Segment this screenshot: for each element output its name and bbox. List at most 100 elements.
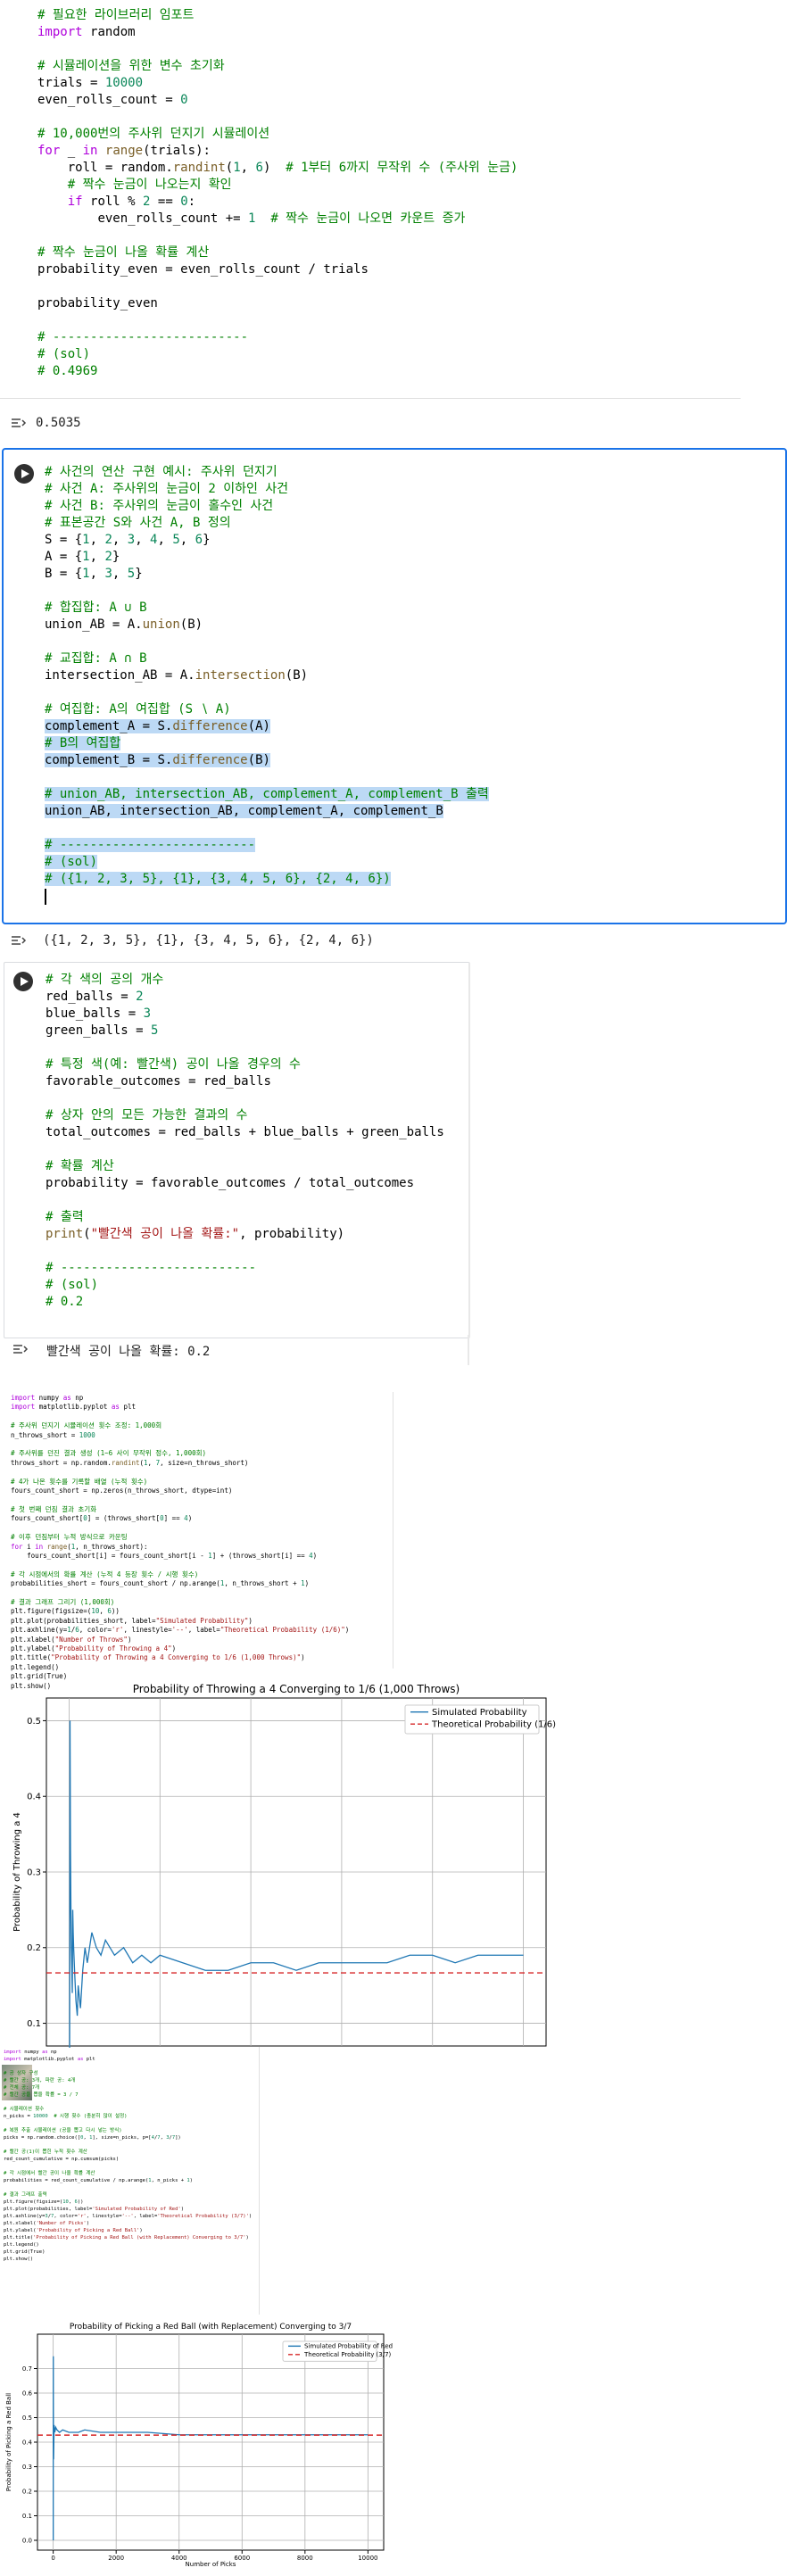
code-line[interactable] <box>4 2063 252 2070</box>
code-line[interactable]: plt.title("Probability of Throwing a 4 C… <box>11 1653 349 1662</box>
code-line[interactable] <box>45 820 489 837</box>
code-line[interactable]: complement_A = S.difference(A) <box>45 718 489 735</box>
code-cell-3[interactable]: # 각 색의 공의 개수 red_balls = 2 blue_balls = 3g… <box>4 962 470 1338</box>
code-cell-1[interactable]: # 필요한 라이브러리 임포트 import random # 시뮬레이션을 위한… <box>0 0 741 399</box>
cell-2-code[interactable]: # 사건의 연산 구현 예시: 주사위 던지기 # 사건 A: 주사위의 눈금이 … <box>45 464 489 888</box>
code-line[interactable]: print("빨간색 공이 나올 확률:", probability) <box>46 1226 444 1243</box>
code-line[interactable] <box>37 41 518 58</box>
code-line[interactable]: plt.show() <box>4 2256 252 2263</box>
code-line[interactable] <box>11 1589 349 1598</box>
code-line[interactable]: n_picks = 10000 # 시행 횟수 (충분히 많이 설정) <box>4 2113 252 2120</box>
output-toggle-icon[interactable] <box>11 933 27 946</box>
code-line[interactable]: throws_short = np.random.randint(1, 7, s… <box>11 1459 349 1468</box>
code-line[interactable]: # 이후 던짐부터 누적 방식으로 카운팅 <box>11 1533 349 1542</box>
code-line[interactable]: plt.grid(True) <box>4 2249 252 2256</box>
code-line[interactable]: trials = 10000 <box>37 75 518 92</box>
code-line[interactable] <box>11 1440 349 1449</box>
code-line[interactable]: S = {1, 2, 3, 4, 5, 6} <box>45 532 489 549</box>
code-line[interactable]: # 10,000번의 주사위 던지기 시뮬레이션 <box>37 126 518 143</box>
code-line[interactable]: B = {1, 3, 5} <box>45 566 489 583</box>
code-line[interactable]: # union_AB, intersection_AB, complement_… <box>45 786 489 803</box>
code-line[interactable] <box>46 1141 444 1158</box>
cell-4-code[interactable]: import numpy as np import matplotlib.pypl… <box>11 1394 349 1691</box>
code-line[interactable] <box>37 312 518 329</box>
code-line[interactable]: union_AB, intersection_AB, complement_A,… <box>45 803 489 820</box>
code-line[interactable]: blue_balls = 3 <box>46 1006 444 1023</box>
output-toggle-icon[interactable] <box>12 1342 29 1354</box>
code-line[interactable]: for i in range(1, n_throws_short): <box>11 1543 349 1552</box>
code-line[interactable] <box>11 1495 349 1504</box>
code-line[interactable]: # 짝수 눈금이 나올 확률 계산 <box>37 244 518 261</box>
code-line[interactable]: plt.figure(figsize=(10, 6)) <box>11 1607 349 1616</box>
code-line[interactable] <box>4 2141 252 2149</box>
code-line[interactable]: # 출력 <box>46 1209 444 1226</box>
code-line[interactable]: import random <box>37 24 518 41</box>
code-line[interactable]: # 사건 B: 주사위의 눈금이 홀수인 사건 <box>45 498 489 515</box>
code-line[interactable] <box>46 1192 444 1209</box>
run-cell-button[interactable] <box>13 972 33 991</box>
code-line[interactable]: fours_count_short[i] = fours_count_short… <box>11 1552 349 1561</box>
code-line[interactable] <box>37 109 518 126</box>
code-line[interactable]: import numpy as np <box>4 2049 252 2056</box>
code-line[interactable] <box>11 1412 349 1421</box>
code-line[interactable] <box>11 1561 349 1570</box>
code-cell-2[interactable]: # 사건의 연산 구현 예시: 주사위 던지기 # 사건 A: 주사위의 눈금이 … <box>2 448 787 924</box>
code-line[interactable]: roll = random.randint(1, 6) # 1부터 6까지 무작… <box>37 160 518 177</box>
code-line[interactable]: complement_B = S.difference(B) <box>45 752 489 769</box>
code-line[interactable]: # 첫 번째 던짐 결과 초기화 <box>11 1505 349 1514</box>
code-line[interactable]: even_rolls_count = 0 <box>37 92 518 109</box>
code-line[interactable]: plt.figure(figsize=(10, 6)) <box>4 2199 252 2206</box>
code-line[interactable]: # 각 시점에서의 확률 계산 (누적 4 등장 횟수 / 시행 횟수) <box>11 1570 349 1579</box>
code-line[interactable]: # 복원 추출 시뮬레이션 (공을 뽑고 다시 넣는 방식) <box>4 2127 252 2134</box>
code-line[interactable]: # 결과 그래프 출력 <box>4 2191 252 2199</box>
cell-1-code[interactable]: # 필요한 라이브러리 임포트 import random # 시뮬레이션을 위한… <box>37 7 518 380</box>
code-line[interactable]: # (sol) <box>46 1277 444 1294</box>
code-line[interactable]: even_rolls_count += 1 # 짝수 눈금이 나오면 카운트 증… <box>37 211 518 228</box>
code-line[interactable]: A = {1, 2} <box>45 549 489 566</box>
code-line[interactable]: green_balls = 5 <box>46 1023 444 1040</box>
code-line[interactable] <box>46 1243 444 1260</box>
output-toggle-icon[interactable] <box>11 416 27 428</box>
code-line[interactable] <box>46 1040 444 1056</box>
code-line[interactable]: # 빨간 공을 뽑을 확률 = 3 / 7 <box>4 2091 252 2099</box>
code-line[interactable] <box>45 634 489 650</box>
code-line[interactable]: # 여집합: A의 여집합 (S ∖ A) <box>45 701 489 718</box>
code-line[interactable]: # 빨간 공(1)이 뽑힌 누적 횟수 계산 <box>4 2149 252 2156</box>
code-cell-4[interactable]: import numpy as np import matplotlib.pypl… <box>0 1392 394 1690</box>
run-cell-button[interactable] <box>14 464 34 484</box>
code-line[interactable]: picks = np.random.choice([0, 1], size=n_… <box>4 2134 252 2141</box>
code-line[interactable]: # -------------------------- <box>37 329 518 346</box>
code-line[interactable]: plt.legend() <box>4 2241 252 2249</box>
code-line[interactable]: # 확률 계산 <box>46 1158 444 1175</box>
code-line[interactable]: red_balls = 2 <box>46 989 444 1006</box>
code-line[interactable]: # 합집합: A ∪ B <box>45 600 489 617</box>
code-line[interactable]: if roll % 2 == 0: <box>37 194 518 211</box>
code-line[interactable]: # 필요한 라이브러리 임포트 <box>37 7 518 24</box>
code-line[interactable]: # (sol) <box>45 854 489 871</box>
code-line[interactable] <box>45 684 489 701</box>
code-line[interactable]: red_count_cumulative = np.cumsum(picks) <box>4 2156 252 2163</box>
code-line[interactable]: for _ in range(trials): <box>37 143 518 160</box>
code-line[interactable]: # 상자 안의 모든 가능한 결과의 수 <box>46 1107 444 1124</box>
code-line[interactable]: # 각 시점에서 빨간 공이 나올 확률 계산 <box>4 2170 252 2177</box>
code-line[interactable]: # 시뮬레이션 횟수 <box>4 2106 252 2113</box>
code-line[interactable]: plt.plot(probabilities_short, label="Sim… <box>11 1617 349 1626</box>
code-line[interactable]: probabilities = red_count_cumulative / n… <box>4 2177 252 2184</box>
code-line[interactable]: intersection_AB = A.intersection(B) <box>45 667 489 684</box>
code-line[interactable]: probabilities_short = fours_count_short … <box>11 1579 349 1588</box>
code-line[interactable]: # 시뮬레이션을 위한 변수 초기화 <box>37 58 518 75</box>
code-line[interactable]: probability = favorable_outcomes / total… <box>46 1175 444 1192</box>
code-line[interactable]: # 각 색의 공의 개수 <box>46 972 444 989</box>
code-line[interactable] <box>45 583 489 600</box>
code-line[interactable]: # 주사위를 던진 결과 생성 (1~6 사이 무작위 정수, 1,000회) <box>11 1449 349 1458</box>
code-line[interactable]: # 짝수 눈금이 나오는지 확인 <box>37 177 518 194</box>
code-line[interactable]: # 빨간 공: 3개, 파란 공: 4개 <box>4 2077 252 2084</box>
code-line[interactable]: # -------------------------- <box>46 1260 444 1277</box>
code-cell-5[interactable]: import numpy as np import matplotlib.pypl… <box>0 2047 260 2315</box>
code-line[interactable]: import matplotlib.pyplot as plt <box>11 1403 349 1412</box>
code-line[interactable]: plt.ylabel('Probability of Picking a Red… <box>4 2227 252 2234</box>
code-line[interactable]: plt.xlabel('Number of Picks') <box>4 2220 252 2227</box>
code-line[interactable]: n_throws_short = 1000 <box>11 1431 349 1440</box>
code-line[interactable]: # 4가 나온 횟수를 기록할 배열 (누적 횟수) <box>11 1478 349 1487</box>
code-line[interactable]: import numpy as np <box>11 1394 349 1403</box>
